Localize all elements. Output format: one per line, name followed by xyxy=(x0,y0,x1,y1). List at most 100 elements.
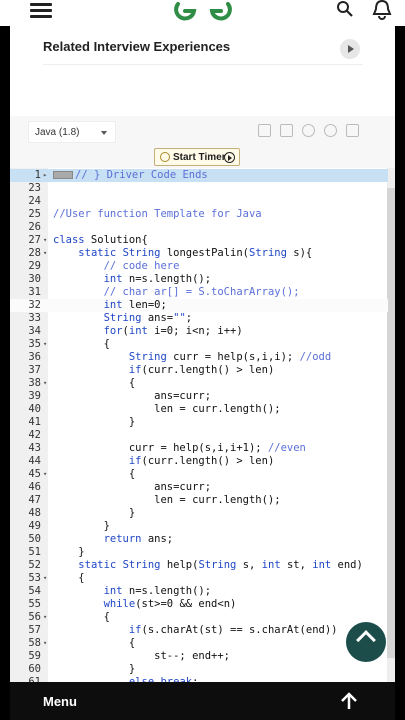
code-line[interactable]: 49 } xyxy=(10,520,388,533)
clock-icon xyxy=(160,152,170,162)
fold-toggle-icon[interactable]: ▾ xyxy=(43,572,47,585)
code-line[interactable]: 60 } xyxy=(10,663,388,676)
fullscreen-icon[interactable] xyxy=(346,124,359,137)
menu-button[interactable]: Menu xyxy=(43,694,77,709)
code-line[interactable]: 24 xyxy=(10,195,388,208)
code-line[interactable]: 59 st--; end++; xyxy=(10,650,388,663)
divider xyxy=(43,64,363,65)
code-line[interactable]: 56 ▾ { xyxy=(10,611,388,624)
code-text: int n=s.length(); xyxy=(103,273,212,285)
code-line[interactable]: 52 static String help(String s, int st, … xyxy=(10,559,388,572)
code-line[interactable]: 48 } xyxy=(10,507,388,520)
editor-scrollbar[interactable] xyxy=(387,168,395,682)
code-line[interactable]: 41 } xyxy=(10,416,388,429)
caret-down-icon xyxy=(101,131,107,135)
code-line[interactable]: 42 xyxy=(10,429,388,442)
code-text: return ans; xyxy=(103,533,174,545)
code-line[interactable]: 53 ▾ { xyxy=(10,572,388,585)
fold-toggle-icon[interactable]: ▾ xyxy=(43,247,47,260)
bottom-bar: Menu xyxy=(10,682,395,720)
code-line[interactable]: 50 return ans; xyxy=(10,533,388,546)
fold-toggle-icon[interactable]: ▾ xyxy=(43,338,47,351)
code-line[interactable]: 28 ▾ static String longestPalin(String s)… xyxy=(10,247,388,260)
reset-icon[interactable] xyxy=(324,124,337,137)
code-editor[interactable]: 1 ▸ // } Driver Code Ends 23 24 25 //User func… xyxy=(10,168,395,682)
geeksforgeeks-logo[interactable] xyxy=(174,0,232,22)
code-line[interactable]: 47 len = curr.length(); xyxy=(10,494,388,507)
code-line[interactable]: 44 if(curr.length() > len) xyxy=(10,455,388,468)
notification-bell-icon[interactable] xyxy=(371,0,393,20)
line-number: 34 xyxy=(28,325,41,337)
settings-icon[interactable] xyxy=(302,124,315,137)
fold-toggle-icon[interactable]: ▾ xyxy=(43,377,47,390)
code-line[interactable]: 37 if(curr.length() > len) xyxy=(10,364,388,377)
search-icon[interactable] xyxy=(336,0,354,18)
code-text: String curr = help(s,i,i); //odd xyxy=(128,351,332,363)
code-text: int n=s.length(); xyxy=(103,585,212,597)
fold-toggle-icon[interactable]: ▾ xyxy=(43,637,47,650)
fold-toggle-icon[interactable]: ▸ xyxy=(43,169,47,182)
code-line[interactable]: 45 ▾ { xyxy=(10,468,388,481)
chevron-right-icon[interactable] xyxy=(340,39,360,59)
start-timer-button[interactable]: Start Timer xyxy=(154,148,240,166)
code-line[interactable]: 43 curr = help(s,i,i+1); //even xyxy=(10,442,388,455)
code-text: len = curr.length(); xyxy=(53,403,281,415)
code-line[interactable]: 29 // code here xyxy=(10,260,388,273)
code-text: curr = help(s,i,i+1); //even xyxy=(53,442,306,454)
code-line[interactable]: 32 int len=0; xyxy=(10,299,388,312)
code-line[interactable]: 51 } xyxy=(10,546,388,559)
editor-toolbar: Java (1.8) Start Timer xyxy=(10,116,395,168)
line-number: 60 xyxy=(28,663,41,675)
line-number: 41 xyxy=(28,416,41,428)
code-line[interactable]: 34 for(int i=0; i<n; i++) xyxy=(10,325,388,338)
code-line[interactable]: 31 // char ar[] = S.toCharArray(); xyxy=(10,286,388,299)
code-text: st--; end++; xyxy=(53,650,231,662)
hamburger-menu-icon[interactable] xyxy=(30,0,52,18)
line-number: 40 xyxy=(28,403,41,415)
code-line[interactable]: 58 ▾ { xyxy=(10,637,388,650)
code-line[interactable]: 40 len = curr.length(); xyxy=(10,403,388,416)
code-line[interactable]: 38 ▾ { xyxy=(10,377,388,390)
code-line[interactable]: 26 xyxy=(10,221,388,234)
line-number: 38 xyxy=(28,377,41,389)
code-line[interactable]: 54 int n=s.length(); xyxy=(10,585,388,598)
export-icon[interactable] xyxy=(280,124,293,137)
copy-icon[interactable] xyxy=(258,124,271,137)
code-text: // } Driver Code Ends xyxy=(53,169,208,182)
code-line[interactable]: 35 ▾ { xyxy=(10,338,388,351)
code-line[interactable]: 57 if(s.charAt(st) == s.charAt(end)) xyxy=(10,624,388,637)
start-timer-label: Start Timer xyxy=(173,152,226,163)
line-number: 23 xyxy=(28,182,41,194)
code-line[interactable]: 23 xyxy=(10,182,388,195)
collapsed-fold-icon[interactable] xyxy=(53,171,73,179)
arrow-up-icon xyxy=(356,630,376,650)
code-text: { xyxy=(53,468,136,480)
scroll-to-top-button[interactable] xyxy=(346,622,386,662)
language-select[interactable]: Java (1.8) xyxy=(28,121,116,143)
line-number: 49 xyxy=(28,520,41,532)
code-line[interactable]: 33 String ans=""; xyxy=(10,312,388,325)
arrow-up-icon[interactable] xyxy=(340,692,358,710)
line-number: 42 xyxy=(28,429,41,441)
fold-toggle-icon[interactable]: ▾ xyxy=(43,611,47,624)
code-text: int len=0; xyxy=(103,299,167,311)
top-header xyxy=(0,0,405,26)
scrollbar-thumb[interactable] xyxy=(387,188,395,658)
line-number: 46 xyxy=(28,481,41,493)
main-content: Related Interview Experiences Java (1.8)… xyxy=(10,26,395,682)
fold-toggle-icon[interactable]: ▾ xyxy=(43,234,47,247)
line-number: 52 xyxy=(28,559,41,571)
code-line[interactable]: 27 ▾ class Solution{ xyxy=(10,234,388,247)
code-text: // code here xyxy=(103,260,180,272)
code-line[interactable]: 30 int n=s.length(); xyxy=(10,273,388,286)
code-line[interactable]: 1 ▸ // } Driver Code Ends xyxy=(10,169,388,182)
code-text: static String help(String s, int st, int… xyxy=(78,559,363,571)
line-number: 28 xyxy=(28,247,41,259)
code-line[interactable]: 25 //User function Template for Java xyxy=(10,208,388,221)
code-line[interactable]: 39 ans=curr; xyxy=(10,390,388,403)
code-line[interactable]: 55 while(st>=0 && end<n) xyxy=(10,598,388,611)
fold-toggle-icon[interactable]: ▾ xyxy=(43,468,47,481)
code-line[interactable]: 36 String curr = help(s,i,i); //odd xyxy=(10,351,388,364)
related-title[interactable]: Related Interview Experiences xyxy=(43,39,230,54)
code-line[interactable]: 46 ans=curr; xyxy=(10,481,388,494)
